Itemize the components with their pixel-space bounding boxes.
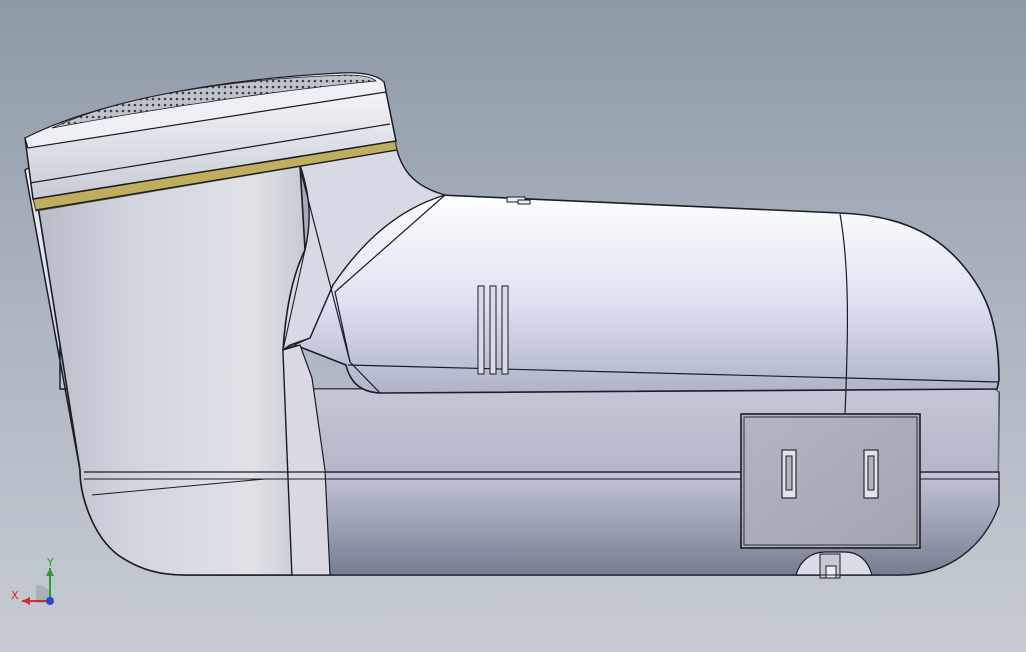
y-axis-arrow [46,568,54,576]
vent-rib-3 [501,285,509,375]
head-barrel [36,164,306,576]
plug-prong-right [863,449,879,499]
x-axis-arrow [22,597,30,605]
plug-prong-left [781,449,797,499]
shaver-model-drawing[interactable]: X Y [0,0,1026,652]
vent-rib-1 [477,285,485,375]
x-axis-label: X [11,589,19,602]
vent-rib-2 [489,285,497,375]
origin-dot [46,597,54,605]
upper-shell [293,194,1000,394]
y-axis-label: Y [46,556,54,569]
cad-viewport[interactable]: X Y [0,0,1026,652]
charging-plate [740,413,921,549]
ventilation-ribs [477,285,509,375]
axis-triad: X Y [11,556,54,605]
barrel-front-strip [282,344,331,576]
